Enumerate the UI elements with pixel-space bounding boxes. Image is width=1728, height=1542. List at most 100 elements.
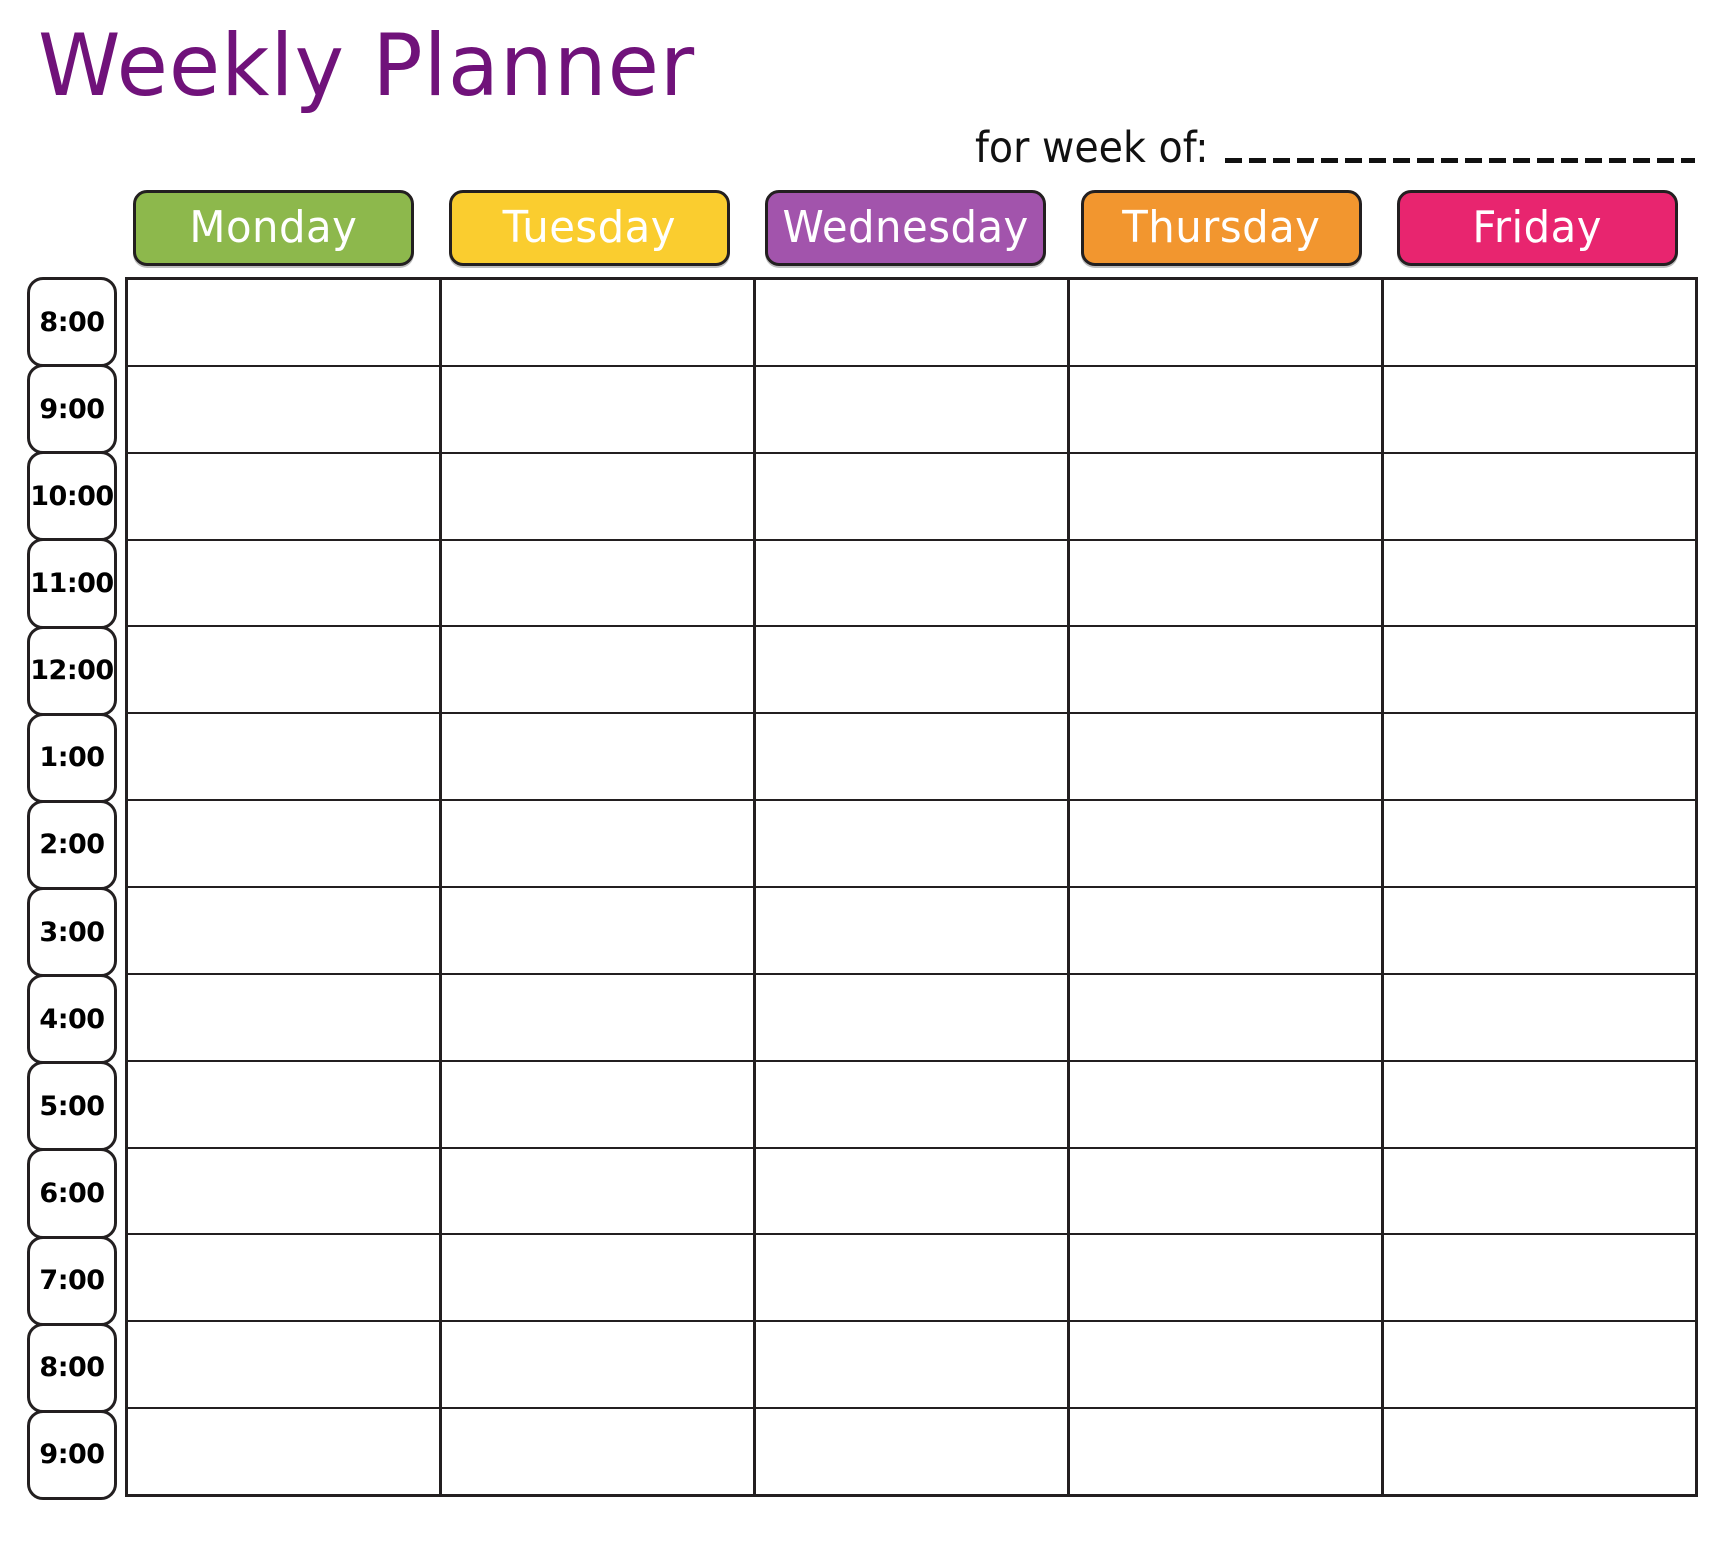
schedule-cell[interactable] [756,888,1070,973]
schedule-cell[interactable] [128,1409,442,1495]
schedule-cell[interactable] [442,1148,756,1234]
schedule-cell[interactable] [442,714,756,800]
schedule-cell[interactable] [756,1148,1070,1234]
schedule-cell[interactable] [1070,1061,1384,1147]
schedule-cell[interactable] [442,540,756,626]
time-slot-box: 7:00 [27,1235,117,1326]
schedule-cell[interactable] [756,1235,1070,1321]
schedule-cell[interactable] [1384,627,1695,712]
schedule-cell[interactable] [1384,1235,1695,1320]
schedule-cell[interactable] [442,280,756,365]
schedule-row [128,280,1695,367]
schedule-cell[interactable] [1384,888,1695,973]
time-slot-box: 8:00 [27,1322,117,1413]
schedule-cell[interactable] [1070,453,1384,539]
schedule-cell[interactable] [1070,974,1384,1060]
schedule-cell[interactable] [756,453,1070,539]
schedule-cell[interactable] [756,1061,1070,1147]
day-tab-friday[interactable]: Friday [1397,190,1678,266]
schedule-cell[interactable] [1070,801,1384,887]
schedule-cell[interactable] [1384,541,1695,626]
schedule-row [128,974,1695,1062]
schedule-cell[interactable] [128,1148,442,1234]
schedule-cell[interactable] [1384,280,1695,365]
time-slot-box: 11:00 [27,538,117,629]
schedule-cell[interactable] [128,1061,442,1147]
week-of-field[interactable]: for week of: [975,112,1696,172]
schedule-cell[interactable] [442,1235,756,1321]
schedule-cell[interactable] [1070,366,1384,452]
day-tab-wednesday[interactable]: Wednesday [765,190,1046,266]
time-slot-box: 5:00 [27,1061,117,1152]
schedule-cell[interactable] [1384,801,1695,886]
schedule-cell[interactable] [128,888,442,973]
schedule-cell[interactable] [442,1061,756,1147]
schedule-cell[interactable] [756,1322,1070,1408]
time-slot-box: 2:00 [27,799,117,890]
schedule-cell[interactable] [1070,627,1384,713]
schedule-cell[interactable] [1384,1149,1695,1234]
schedule-cell[interactable] [1070,714,1384,800]
schedule-cell[interactable] [442,888,756,973]
schedule-cell[interactable] [1070,280,1384,365]
schedule-cell[interactable] [442,974,756,1060]
day-tab-label: Tuesday [502,202,677,253]
schedule-cell[interactable] [442,627,756,713]
schedule-cell[interactable] [756,627,1070,713]
schedule-cell[interactable] [442,1409,756,1495]
schedule-cell[interactable] [756,714,1070,800]
schedule-cell[interactable] [442,453,756,539]
schedule-cell[interactable] [1384,1322,1695,1407]
schedule-row [128,1061,1695,1149]
time-slot-label: 11:00 [30,567,114,599]
time-slot-label: 8:00 [39,1352,105,1384]
time-slot-label: 8:00 [39,306,105,338]
schedule-cell[interactable] [756,801,1070,887]
schedule-cell[interactable] [128,714,442,800]
day-tab-monday[interactable]: Monday [133,190,414,266]
day-tab-thursday[interactable]: Thursday [1081,190,1362,266]
day-header-tabs: Monday Tuesday Wednesday Thursday Friday [133,190,1678,266]
schedule-cell[interactable] [756,366,1070,452]
day-tab-label: Friday [1472,202,1603,253]
schedule-cell[interactable] [128,627,442,713]
week-of-blank-line[interactable] [1224,124,1696,172]
schedule-cell[interactable] [1070,1148,1384,1234]
schedule-cell[interactable] [128,1322,442,1408]
schedule-cell[interactable] [1384,1409,1695,1494]
schedule-row [128,714,1695,802]
schedule-cell[interactable] [1070,540,1384,626]
schedule-cell[interactable] [1070,1322,1384,1408]
schedule-cell[interactable] [1070,1409,1384,1495]
schedule-cell[interactable] [756,1409,1070,1495]
time-slot-label: 7:00 [39,1265,105,1297]
day-tab-tuesday[interactable]: Tuesday [449,190,730,266]
time-slot-box: 8:00 [27,277,117,368]
schedule-cell[interactable] [128,974,442,1060]
schedule-cell[interactable] [756,280,1070,365]
schedule-cell[interactable] [128,366,442,452]
schedule-row [128,453,1695,541]
schedule-cell[interactable] [756,540,1070,626]
time-slot-box: 10:00 [27,451,117,542]
time-slot-label: 4:00 [39,1003,105,1035]
schedule-cell[interactable] [128,540,442,626]
time-slot-label: 9:00 [39,393,105,425]
schedule-cell[interactable] [1384,975,1695,1060]
schedule-row [128,540,1695,628]
schedule-cell[interactable] [128,1235,442,1321]
schedule-cell[interactable] [442,366,756,452]
schedule-cell[interactable] [128,801,442,887]
schedule-cell[interactable] [128,280,442,365]
day-tab-label: Monday [189,202,358,253]
schedule-cell[interactable] [756,974,1070,1060]
schedule-cell[interactable] [1384,1062,1695,1147]
schedule-cell[interactable] [442,1322,756,1408]
schedule-cell[interactable] [1384,454,1695,539]
schedule-cell[interactable] [1070,1235,1384,1321]
schedule-cell[interactable] [1070,888,1384,973]
schedule-cell[interactable] [442,801,756,887]
schedule-cell[interactable] [1384,714,1695,799]
schedule-cell[interactable] [128,453,442,539]
schedule-cell[interactable] [1384,367,1695,452]
